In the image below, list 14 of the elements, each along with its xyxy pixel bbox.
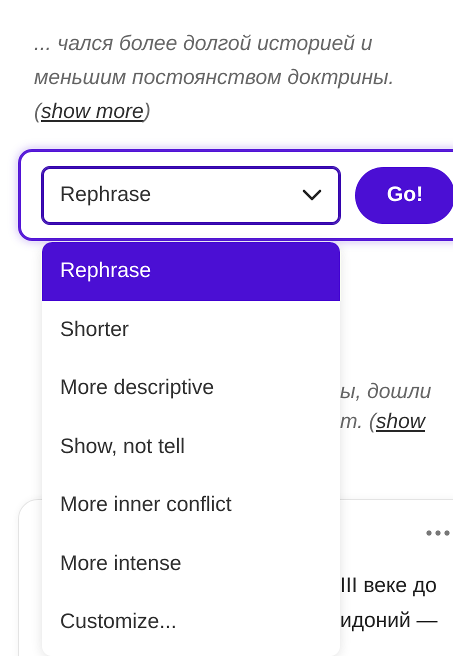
excerpt-text: ... чался более долгой историей и меньшим постоянством доктрины. (show more)	[34, 31, 396, 125]
dropdown-option[interactable]: More inner conflict	[42, 476, 340, 534]
dropdown-option[interactable]: More intense	[42, 534, 340, 593]
go-button[interactable]: Go!	[355, 166, 453, 224]
card-text: III веке до идоний —	[340, 573, 439, 634]
dropdown-option[interactable]: Shorter	[42, 300, 340, 359]
dropdown-option[interactable]: Show, not tell	[42, 418, 340, 476]
chevron-down-icon	[302, 189, 322, 201]
dropdown-option[interactable]: Rephrase	[42, 242, 340, 300]
rewrite-select[interactable]: Rephrase	[42, 166, 340, 224]
excerpt-text: ы, дошли т. (show	[340, 379, 432, 435]
more-icon[interactable]	[426, 530, 450, 536]
dropdown-option[interactable]: More descriptive	[42, 359, 340, 418]
dropdown-option[interactable]: Customize...	[42, 593, 340, 652]
